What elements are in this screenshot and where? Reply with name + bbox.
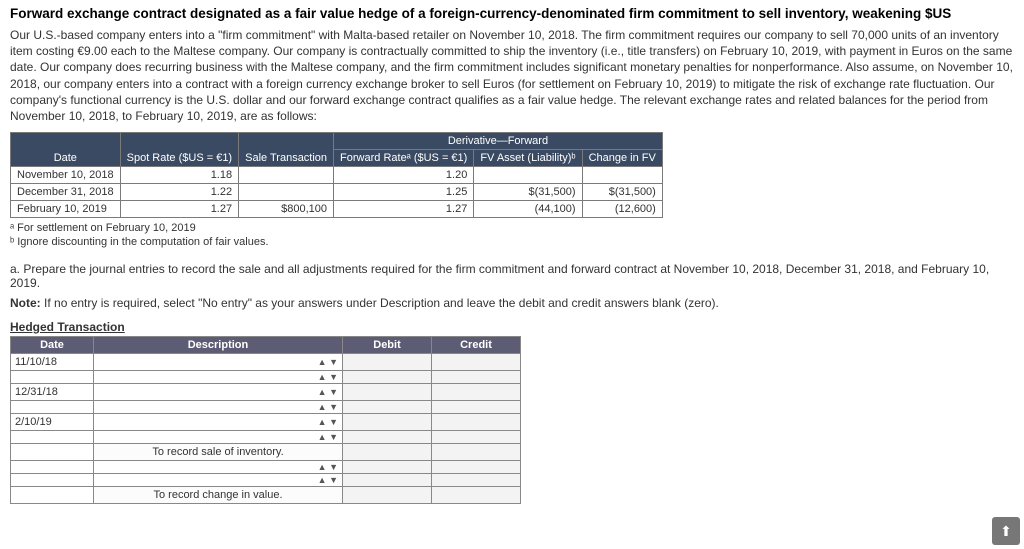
journal-debit-input[interactable] [343, 474, 432, 487]
scroll-to-top-button[interactable]: ⬆ [992, 517, 1020, 545]
journal-table: Date Description Debit Credit 11/10/18 ▲ … [10, 336, 521, 504]
table-row: ▲ ▼ [11, 474, 521, 487]
journal-credit-input[interactable] [432, 384, 521, 401]
section-hedged-transaction: Hedged Transaction [10, 320, 1014, 334]
journal-credit-input[interactable] [432, 354, 521, 371]
journal-debit-input[interactable] [343, 401, 432, 414]
col-journal-desc: Description [94, 337, 343, 354]
journal-debit-input[interactable] [343, 431, 432, 444]
rates-table: Date Spot Rate ($US = €1) Sale Transacti… [10, 132, 663, 218]
journal-desc-select[interactable]: ▲ ▼ [94, 461, 343, 474]
table-row: ▲ ▼ [11, 461, 521, 474]
select-updown-icon: ▲ ▼ [318, 373, 338, 381]
table-row: ▲ ▼ [11, 431, 521, 444]
journal-credit-input[interactable] [432, 371, 521, 384]
footnote-b: ᵇ Ignore discounting in the computation … [10, 236, 1014, 248]
journal-date-cell [11, 401, 94, 414]
scenario-text: Our U.S.-based company enters into a "fi… [10, 27, 1014, 124]
select-updown-icon: ▲ ▼ [318, 476, 338, 484]
journal-credit-input[interactable] [432, 401, 521, 414]
col-journal-debit: Debit [343, 337, 432, 354]
journal-date-cell [11, 487, 94, 504]
page-title: Forward exchange contract designated as … [10, 6, 1014, 21]
col-forward-rate: Forward Rateᵃ ($US = €1) [334, 150, 474, 167]
journal-date-cell [11, 461, 94, 474]
journal-date-cell [11, 371, 94, 384]
table-row: February 10, 20191.27$800,1001.27(44,100… [11, 201, 663, 218]
table-row: ▲ ▼ [11, 371, 521, 384]
journal-desc-select[interactable]: ▲ ▼ [94, 354, 343, 371]
table-row: 12/31/18 ▲ ▼ [11, 384, 521, 401]
col-sale: Sale Transaction [239, 133, 334, 167]
table-row: To record change in value. [11, 487, 521, 504]
journal-debit-input[interactable] [343, 461, 432, 474]
journal-desc-select[interactable]: ▲ ▼ [94, 474, 343, 487]
select-updown-icon: ▲ ▼ [318, 388, 338, 396]
journal-debit-input [343, 444, 432, 461]
table-row: November 10, 20181.181.20 [11, 167, 663, 184]
select-updown-icon: ▲ ▼ [318, 433, 338, 441]
select-updown-icon: ▲ ▼ [318, 418, 338, 426]
select-updown-icon: ▲ ▼ [318, 463, 338, 471]
journal-desc-select[interactable]: ▲ ▼ [94, 431, 343, 444]
note-text: Note: If no entry is required, select "N… [10, 296, 1014, 310]
table-row: 2/10/19 ▲ ▼ [11, 414, 521, 431]
col-super-derivative: Derivative—Forward [334, 133, 663, 150]
journal-desc-static: To record change in value. [94, 487, 343, 504]
journal-debit-input[interactable] [343, 384, 432, 401]
journal-date-cell: 2/10/19 [11, 414, 94, 431]
col-fv: FV Asset (Liability)ᵇ [474, 150, 582, 167]
journal-credit-input[interactable] [432, 474, 521, 487]
footnote-a: ᵃ For settlement on February 10, 2019 [10, 222, 1014, 234]
journal-debit-input[interactable] [343, 414, 432, 431]
journal-desc-select[interactable]: ▲ ▼ [94, 384, 343, 401]
table-row: ▲ ▼ [11, 401, 521, 414]
rates-table-body: November 10, 20181.181.20December 31, 20… [11, 167, 663, 218]
journal-date-cell [11, 474, 94, 487]
col-journal-credit: Credit [432, 337, 521, 354]
journal-debit-input[interactable] [343, 371, 432, 384]
table-row: To record sale of inventory. [11, 444, 521, 461]
journal-credit-input[interactable] [432, 414, 521, 431]
journal-date-cell [11, 431, 94, 444]
question-a: a. Prepare the journal entries to record… [10, 262, 1014, 290]
select-updown-icon: ▲ ▼ [318, 403, 338, 411]
journal-debit-input [343, 487, 432, 504]
journal-date-cell: 11/10/18 [11, 354, 94, 371]
journal-desc-select[interactable]: ▲ ▼ [94, 414, 343, 431]
select-updown-icon: ▲ ▼ [318, 358, 338, 366]
journal-desc-select[interactable]: ▲ ▼ [94, 401, 343, 414]
journal-credit-input [432, 444, 521, 461]
journal-credit-input[interactable] [432, 431, 521, 444]
arrow-up-icon: ⬆ [1000, 523, 1012, 540]
journal-desc-static: To record sale of inventory. [94, 444, 343, 461]
journal-debit-input[interactable] [343, 354, 432, 371]
col-change-fv: Change in FV [582, 150, 662, 167]
table-row: December 31, 20181.221.25$(31,500)$(31,5… [11, 184, 663, 201]
table-row: 11/10/18 ▲ ▼ [11, 354, 521, 371]
journal-table-body: 11/10/18 ▲ ▼ ▲ ▼ 12/31/18 ▲ ▼ ▲ ▼ 2/10/19 ▲ ▼ ▲ … [11, 354, 521, 504]
col-spot: Spot Rate ($US = €1) [120, 133, 238, 167]
journal-desc-select[interactable]: ▲ ▼ [94, 371, 343, 384]
col-journal-date: Date [11, 337, 94, 354]
journal-credit-input [432, 487, 521, 504]
journal-date-cell [11, 444, 94, 461]
col-date: Date [11, 133, 121, 167]
journal-credit-input[interactable] [432, 461, 521, 474]
journal-date-cell: 12/31/18 [11, 384, 94, 401]
